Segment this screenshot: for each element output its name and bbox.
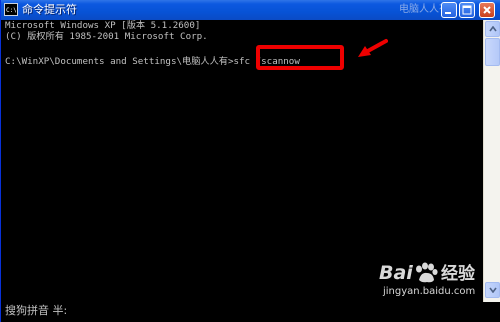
title-bar[interactable]: C:\ 命令提示符 电脑人人有 bbox=[1, 0, 500, 20]
ime-status-text: 搜狗拼音 半: bbox=[5, 304, 68, 317]
close-button[interactable] bbox=[479, 2, 495, 18]
minimize-icon bbox=[445, 12, 451, 14]
maximize-icon bbox=[462, 5, 472, 15]
maximize-button[interactable] bbox=[459, 2, 475, 18]
scroll-thumb[interactable] bbox=[485, 38, 500, 66]
watermark-brand-bai: Bai bbox=[379, 262, 413, 284]
window-title: 命令提示符 bbox=[22, 3, 77, 16]
command-highlight-box bbox=[256, 45, 344, 70]
command-prompt-window: C:\ 命令提示符 电脑人人有 Microsoft Windows XP [版本… bbox=[0, 0, 500, 322]
chevron-up-icon bbox=[489, 26, 497, 32]
cmd-icon: C:\ bbox=[4, 3, 18, 16]
arrow-icon bbox=[358, 39, 388, 57]
watermark-url: jingyan.baidu.com bbox=[383, 286, 476, 297]
console-output[interactable]: Microsoft Windows XP [版本 5.1.2600] (C) 版… bbox=[2, 20, 483, 302]
baidu-paw-icon bbox=[416, 262, 438, 283]
close-icon bbox=[483, 6, 491, 14]
console-line-version: Microsoft Windows XP [版本 5.1.2600] bbox=[5, 20, 201, 31]
console-prompt: C:\WinXP\Documents and Settings\电脑人人有> bbox=[5, 56, 234, 67]
scroll-up-button[interactable] bbox=[485, 21, 500, 37]
minimize-button[interactable] bbox=[441, 2, 457, 18]
scroll-down-button[interactable] bbox=[485, 282, 500, 298]
vertical-scrollbar[interactable] bbox=[483, 20, 500, 302]
ime-status-bar: 搜狗拼音 半: bbox=[2, 302, 500, 322]
watermark-brand-jingyan: 经验 bbox=[441, 264, 475, 284]
console-line-copyright: (C) 版权所有 1985-2001 Microsoft Corp. bbox=[5, 31, 208, 42]
chevron-down-icon bbox=[489, 287, 497, 293]
svg-text:C:\: C:\ bbox=[6, 7, 16, 14]
